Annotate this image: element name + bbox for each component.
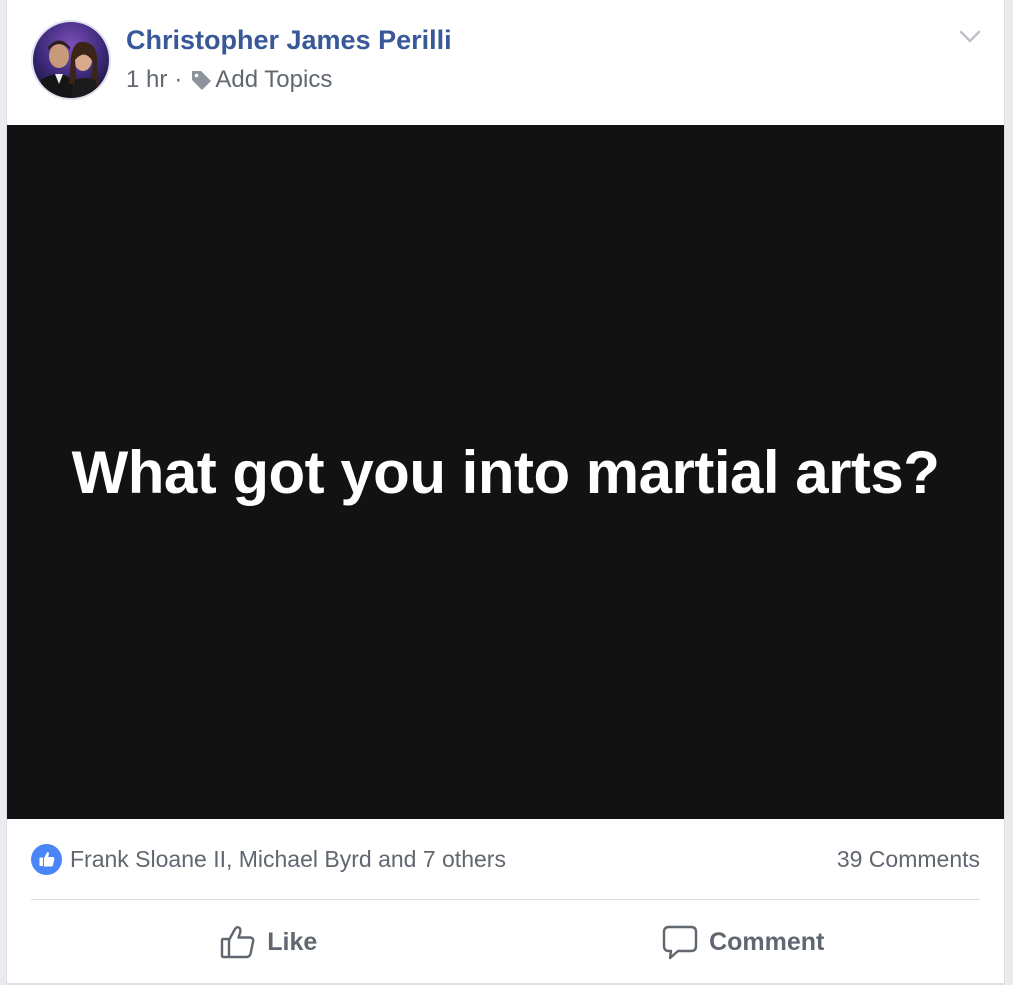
tag-icon — [189, 68, 213, 92]
chevron-down-icon[interactable] — [958, 26, 982, 46]
reactions-bar: Frank Sloane II, Michael Byrd and 7 othe… — [31, 838, 980, 880]
post-header: Christopher James Perilli 1 hr · Add Top… — [7, 0, 1004, 125]
author-name-link[interactable]: Christopher James Perilli — [126, 25, 452, 56]
post-text-background: What got you into martial arts? — [7, 125, 1004, 819]
comment-button[interactable]: Comment — [506, 900, 981, 984]
post-text: What got you into martial arts? — [71, 438, 940, 506]
like-label: Like — [267, 927, 318, 956]
thumbs-up-outline-icon — [219, 923, 257, 961]
likers-names: Frank Sloane II, Michael Byrd and 7 othe… — [70, 845, 506, 872]
add-topics-link[interactable]: Add Topics — [215, 66, 332, 94]
meta-separator: · — [174, 66, 183, 93]
speech-bubble-icon — [661, 923, 699, 961]
post-actions: Like Comment — [31, 900, 980, 984]
post-card: Christopher James Perilli 1 hr · Add Top… — [6, 0, 1005, 985]
post-timestamp[interactable]: 1 hr — [126, 66, 167, 94]
comment-label: Comment — [709, 927, 825, 956]
like-button[interactable]: Like — [31, 900, 506, 984]
likes-summary[interactable]: Frank Sloane II, Michael Byrd and 7 othe… — [31, 843, 506, 875]
thumbs-up-icon — [31, 843, 62, 875]
avatar[interactable] — [31, 20, 111, 100]
comments-count-link[interactable]: 39 Comments — [837, 846, 980, 873]
post-meta: 1 hr · Add Topics — [126, 66, 332, 94]
